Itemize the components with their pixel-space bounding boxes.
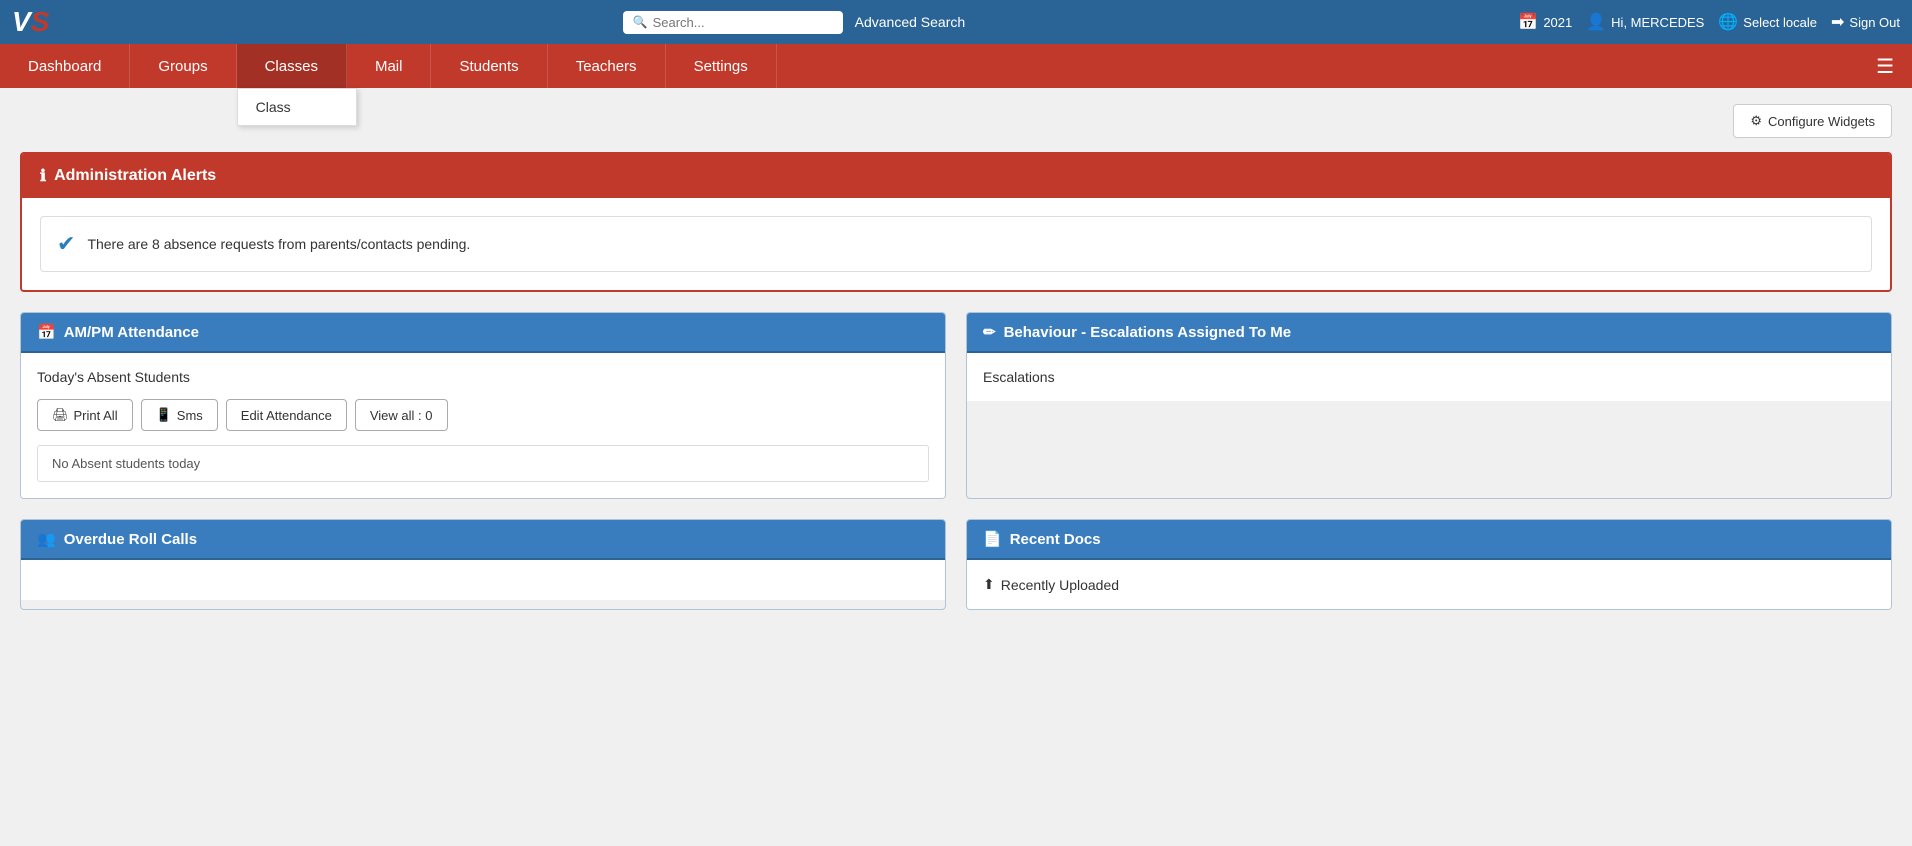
print-icon: 🖨 <box>52 407 69 423</box>
widget-grid: 📅 AM/PM Attendance Today's Absent Studen… <box>20 312 1892 610</box>
overdue-widget-title: Overdue Roll Calls <box>64 531 197 548</box>
calendar-widget-icon: 📅 <box>37 323 56 341</box>
attendance-widget-title: AM/PM Attendance <box>64 324 199 341</box>
upload-icon: ⬆ <box>983 576 995 593</box>
recent-docs-widget-body: ⬆ Recently Uploaded <box>967 560 1891 609</box>
recent-docs-widget: 📄 Recent Docs ⬆ Recently Uploaded <box>966 519 1892 610</box>
attendance-widget-header: 📅 AM/PM Attendance <box>21 313 945 353</box>
top-bar: VS 🔍 Advanced Search 📅 2021 👤 Hi, MERCED… <box>0 0 1912 44</box>
edit-attendance-button[interactable]: Edit Attendance <box>226 399 347 431</box>
attendance-widget-body: Today's Absent Students 🖨 Print All 📱 Sm… <box>21 353 945 498</box>
print-all-label: Print All <box>74 408 118 423</box>
view-all-label: View all : 0 <box>370 408 433 423</box>
year-label: 2021 <box>1543 15 1572 30</box>
edit-attendance-label: Edit Attendance <box>241 408 332 423</box>
search-icon: 🔍 <box>633 15 648 29</box>
hamburger-menu[interactable]: ☰ <box>1858 44 1912 88</box>
user-item[interactable]: 👤 Hi, MERCEDES <box>1586 12 1704 32</box>
nav-item-mail[interactable]: Mail <box>347 44 432 88</box>
recent-docs-widget-header: 📄 Recent Docs <box>967 520 1891 560</box>
nav-item-settings[interactable]: Settings <box>666 44 777 88</box>
configure-widgets-label: Configure Widgets <box>1768 114 1875 129</box>
search-input[interactable] <box>653 15 833 30</box>
logo-v: V <box>12 6 31 37</box>
no-absent-label: No Absent students today <box>37 445 929 482</box>
admin-alerts-body: ✔ There are 8 absence requests from pare… <box>22 198 1890 290</box>
admin-alerts-title: Administration Alerts <box>54 167 216 185</box>
sign-out-label: Sign Out <box>1849 15 1900 30</box>
nav-item-groups[interactable]: Groups <box>130 44 236 88</box>
behaviour-widget-header: ✏ Behaviour - Escalations Assigned To Me <box>967 313 1891 353</box>
user-greeting: Hi, MERCEDES <box>1611 15 1704 30</box>
overdue-widget: 👥 Overdue Roll Calls <box>20 519 946 610</box>
classes-dropdown-item-class[interactable]: Class <box>238 89 356 125</box>
logo-s: S <box>31 6 50 37</box>
view-all-button[interactable]: View all : 0 <box>355 399 448 431</box>
advanced-search-button[interactable]: Advanced Search <box>855 14 966 30</box>
alert-item: ✔ There are 8 absence requests from pare… <box>40 216 1872 272</box>
admin-alerts-header: ℹ Administration Alerts <box>22 154 1890 198</box>
gear-icon: ⚙ <box>1750 113 1762 129</box>
attendance-btn-row: 🖨 Print All 📱 Sms Edit Attendance View a… <box>37 399 929 431</box>
behaviour-widget: ✏ Behaviour - Escalations Assigned To Me… <box>966 312 1892 499</box>
nav-item-dashboard[interactable]: Dashboard <box>0 44 130 88</box>
absent-title: Today's Absent Students <box>37 369 929 385</box>
nav-bar: Dashboard Groups Classes Class Mail Stud… <box>0 44 1912 88</box>
sign-out-item[interactable]: ➡ Sign Out <box>1831 12 1900 32</box>
overdue-widget-header: 👥 Overdue Roll Calls <box>21 520 945 560</box>
recently-uploaded-row: ⬆ Recently Uploaded <box>983 576 1875 593</box>
print-all-button[interactable]: 🖨 Print All <box>37 399 133 431</box>
classes-dropdown: Class <box>237 88 357 126</box>
top-right: 📅 2021 👤 Hi, MERCEDES 🌐 Select locale ➡ … <box>1518 12 1900 32</box>
sms-label: Sms <box>177 408 203 423</box>
sms-button[interactable]: 📱 Sms <box>141 399 218 431</box>
search-input-wrap: 🔍 <box>623 11 843 34</box>
select-locale-item[interactable]: 🌐 Select locale <box>1718 12 1817 32</box>
nav-item-classes[interactable]: Classes <box>237 44 347 88</box>
alert-text: There are 8 absence requests from parent… <box>87 236 470 252</box>
select-locale-label: Select locale <box>1743 15 1817 30</box>
configure-widgets-button[interactable]: ⚙ Configure Widgets <box>1733 104 1892 138</box>
logo: VS <box>12 6 49 38</box>
behaviour-widget-body: Escalations <box>967 353 1891 401</box>
admin-alerts-section: ℹ Administration Alerts ✔ There are 8 ab… <box>20 152 1892 292</box>
locale-icon: 🌐 <box>1718 12 1738 32</box>
info-icon: ℹ <box>40 166 46 186</box>
nav-item-students[interactable]: Students <box>431 44 547 88</box>
behaviour-widget-title: Behaviour - Escalations Assigned To Me <box>1004 324 1292 341</box>
nav-item-teachers[interactable]: Teachers <box>548 44 666 88</box>
nav-classes-wrap: Classes Class <box>237 44 347 88</box>
overdue-widget-body <box>21 560 945 600</box>
attendance-widget: 📅 AM/PM Attendance Today's Absent Studen… <box>20 312 946 499</box>
edit-widget-icon: ✏ <box>983 323 996 341</box>
check-circle-icon: ✔ <box>57 231 75 257</box>
calendar-icon: 📅 <box>1518 12 1538 32</box>
year-item[interactable]: 📅 2021 <box>1518 12 1572 32</box>
main-content: ⚙ Configure Widgets ℹ Administration Ale… <box>0 88 1912 626</box>
sms-icon: 📱 <box>156 407 172 423</box>
escalations-label: Escalations <box>983 369 1875 385</box>
user-icon: 👤 <box>1586 12 1606 32</box>
sign-out-icon: ➡ <box>1831 12 1844 32</box>
doc-icon: 📄 <box>983 530 1002 548</box>
search-container: 🔍 Advanced Search <box>69 11 1518 34</box>
recent-docs-widget-title: Recent Docs <box>1010 531 1101 548</box>
recently-uploaded-label: Recently Uploaded <box>1001 577 1119 593</box>
group-icon: 👥 <box>37 530 56 548</box>
